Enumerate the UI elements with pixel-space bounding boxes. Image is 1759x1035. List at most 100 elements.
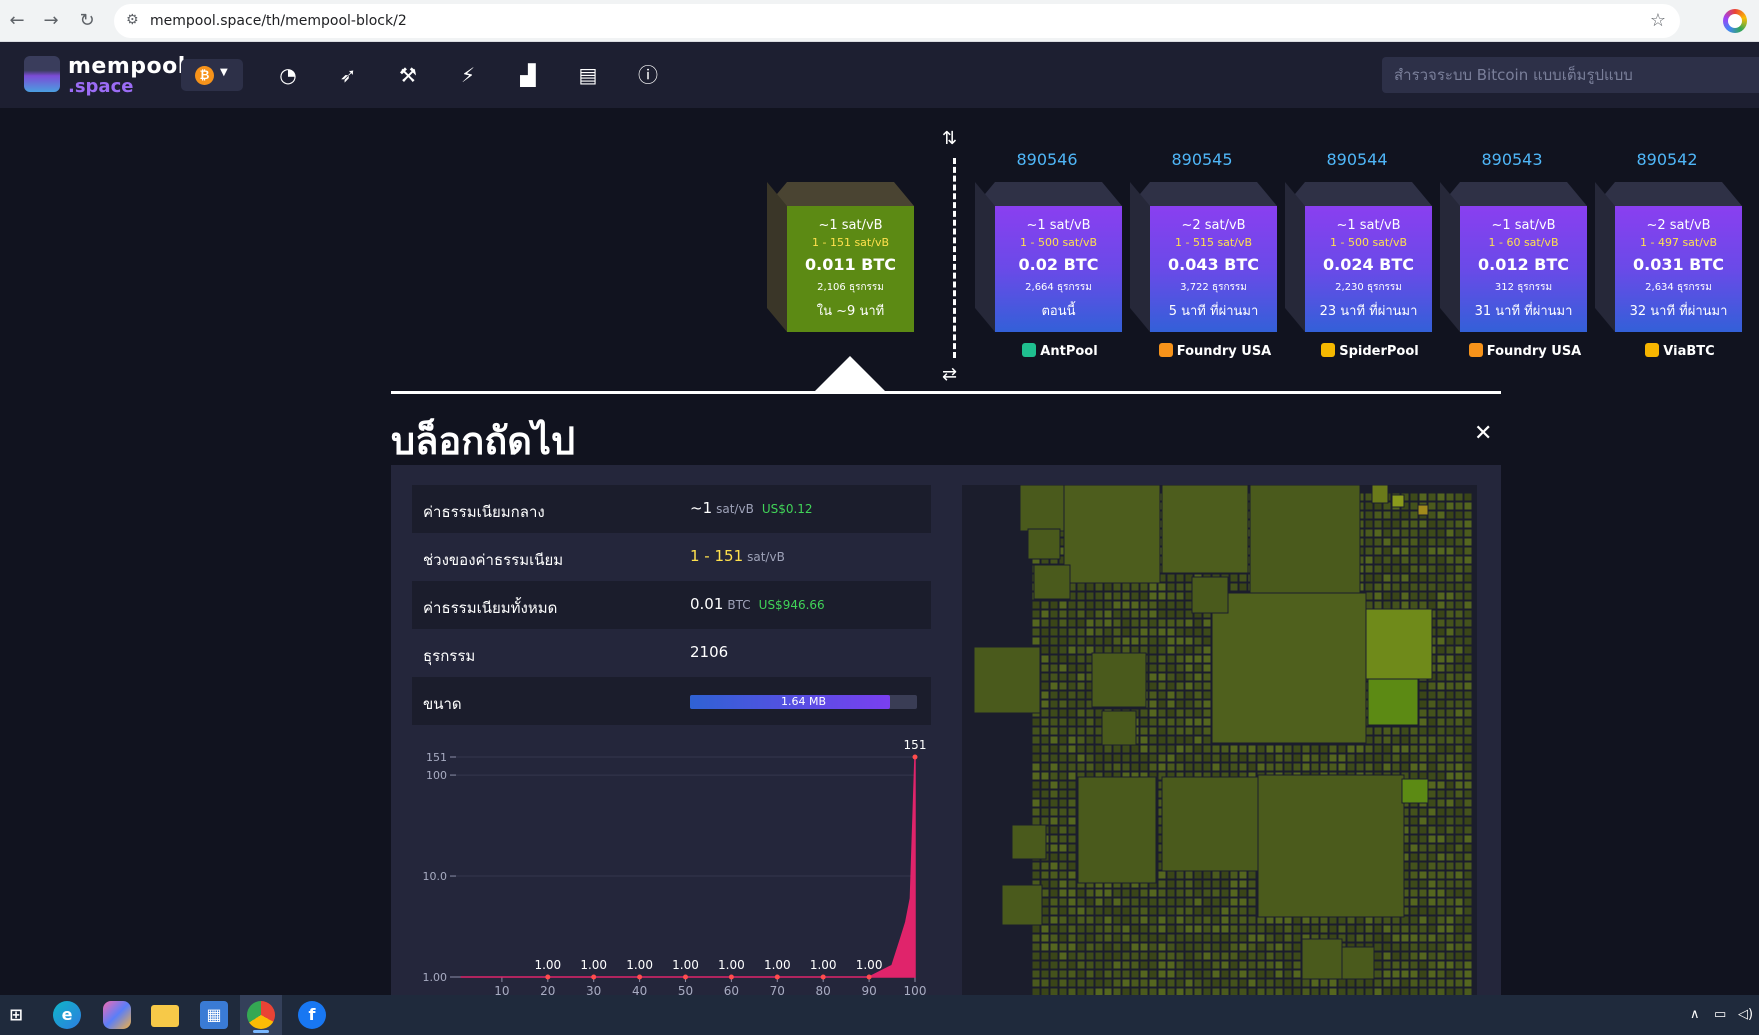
transaction-tile[interactable] [1121, 942, 1131, 952]
transaction-tile[interactable] [1445, 861, 1455, 871]
transaction-tile[interactable] [1463, 780, 1473, 790]
transaction-tile[interactable] [1184, 978, 1194, 988]
transaction-tile[interactable] [1238, 582, 1248, 592]
transaction-tile[interactable] [1373, 537, 1383, 547]
transaction-tile[interactable] [1193, 762, 1203, 772]
transaction-tile[interactable] [1049, 825, 1059, 835]
bookmark-star-icon[interactable]: ☆ [1650, 10, 1666, 31]
transaction-tile[interactable] [1382, 726, 1392, 736]
transaction-tile[interactable] [1373, 555, 1383, 565]
transaction-tile[interactable] [1463, 519, 1473, 529]
store-icon[interactable]: ▦ [200, 1001, 228, 1029]
transaction-tile[interactable] [1274, 924, 1284, 934]
transaction-tile[interactable] [1157, 636, 1167, 646]
transaction-tile[interactable] [1166, 708, 1176, 718]
transaction-tile[interactable] [1049, 888, 1059, 898]
transaction-tile[interactable] [1058, 780, 1068, 790]
transaction-tile[interactable] [1157, 600, 1167, 610]
transaction-tile[interactable] [1103, 762, 1113, 772]
transaction-tile[interactable] [1454, 501, 1464, 511]
transaction-tile[interactable] [1373, 519, 1383, 529]
transaction-tile[interactable] [1337, 978, 1347, 988]
transaction-tile[interactable] [1011, 824, 1047, 860]
transaction-tile[interactable] [1301, 924, 1311, 934]
transaction-tile[interactable] [1166, 699, 1176, 709]
transaction-tile[interactable] [1247, 924, 1257, 934]
transaction-tile[interactable] [1049, 978, 1059, 988]
transaction-tile[interactable] [1454, 897, 1464, 907]
transaction-tile[interactable] [1454, 870, 1464, 880]
transaction-tile[interactable] [1265, 960, 1275, 970]
transaction-tile[interactable] [1139, 960, 1149, 970]
chevron-up-icon[interactable]: ∧ [1690, 1007, 1700, 1022]
transaction-tile[interactable] [1319, 987, 1329, 995]
transaction-tile[interactable] [1103, 582, 1113, 592]
transaction-tile[interactable] [1445, 627, 1455, 637]
transaction-tile[interactable] [1454, 654, 1464, 664]
transaction-tile[interactable] [1157, 942, 1167, 952]
transaction-tile[interactable] [1391, 762, 1401, 772]
transaction-tile[interactable] [1445, 762, 1455, 772]
transaction-tile[interactable] [1148, 753, 1158, 763]
transaction-tile[interactable] [1220, 969, 1230, 979]
transaction-tile[interactable] [1121, 987, 1131, 995]
transaction-tile[interactable] [1157, 744, 1167, 754]
transaction-tile[interactable] [1301, 938, 1343, 980]
transaction-tile[interactable] [1175, 636, 1185, 646]
transaction-tile[interactable] [1076, 915, 1086, 925]
transaction-tile[interactable] [1058, 735, 1068, 745]
transaction-tile[interactable] [1130, 627, 1140, 637]
transaction-tile[interactable] [1175, 924, 1185, 934]
transaction-tile[interactable] [1319, 762, 1329, 772]
transaction-tile[interactable] [1049, 942, 1059, 952]
transaction-tile[interactable] [1211, 879, 1221, 889]
transaction-tile[interactable] [1454, 888, 1464, 898]
transaction-tile[interactable] [1031, 789, 1041, 799]
transaction-tile[interactable] [1130, 969, 1140, 979]
transaction-tile[interactable] [1058, 744, 1068, 754]
transaction-tile[interactable] [1401, 778, 1429, 804]
transaction-tile[interactable] [1202, 960, 1212, 970]
transaction-tile[interactable] [1130, 951, 1140, 961]
transaction-tile[interactable] [1400, 960, 1410, 970]
transaction-tile[interactable] [1220, 762, 1230, 772]
transaction-tile[interactable] [1427, 537, 1437, 547]
transaction-tile[interactable] [1427, 951, 1437, 961]
transaction-tile[interactable] [1112, 762, 1122, 772]
transaction-tile[interactable] [1436, 726, 1446, 736]
transaction-tile[interactable] [1391, 753, 1401, 763]
transaction-tile[interactable] [1365, 608, 1433, 680]
transaction-tile[interactable] [1310, 987, 1320, 995]
transaction-tile[interactable] [1256, 978, 1266, 988]
transaction-tile[interactable] [1067, 753, 1077, 763]
transaction-tile[interactable] [1436, 771, 1446, 781]
transaction-tile[interactable] [1427, 492, 1437, 502]
transaction-tile[interactable] [1067, 870, 1077, 880]
transaction-tile[interactable] [1058, 681, 1068, 691]
transaction-tile[interactable] [1427, 501, 1437, 511]
transaction-tile[interactable] [1256, 960, 1266, 970]
transaction-tile[interactable] [1382, 753, 1392, 763]
transaction-tile[interactable] [1161, 485, 1249, 574]
transaction-tile[interactable] [1103, 744, 1113, 754]
transaction-tile[interactable] [1454, 798, 1464, 808]
transaction-tile[interactable] [1427, 726, 1437, 736]
transaction-tile[interactable] [1256, 924, 1266, 934]
transaction-tile[interactable] [1247, 969, 1257, 979]
transaction-tile[interactable] [1310, 762, 1320, 772]
transaction-tile[interactable] [1229, 870, 1239, 880]
mining-pool[interactable]: SpiderPool [1295, 343, 1445, 359]
transaction-tile[interactable] [1085, 915, 1095, 925]
transaction-tile[interactable] [1400, 726, 1410, 736]
transaction-tile[interactable] [1148, 627, 1158, 637]
transaction-tile[interactable] [1292, 969, 1302, 979]
transaction-tile[interactable] [1418, 708, 1428, 718]
transaction-tile[interactable] [1427, 960, 1437, 970]
transaction-tile[interactable] [1418, 861, 1428, 871]
transaction-tile[interactable] [1202, 942, 1212, 952]
transaction-tile[interactable] [1256, 762, 1266, 772]
transaction-tile[interactable] [1382, 942, 1392, 952]
transaction-tile[interactable] [1094, 627, 1104, 637]
transaction-tile[interactable] [1418, 735, 1428, 745]
transaction-tile[interactable] [1085, 978, 1095, 988]
